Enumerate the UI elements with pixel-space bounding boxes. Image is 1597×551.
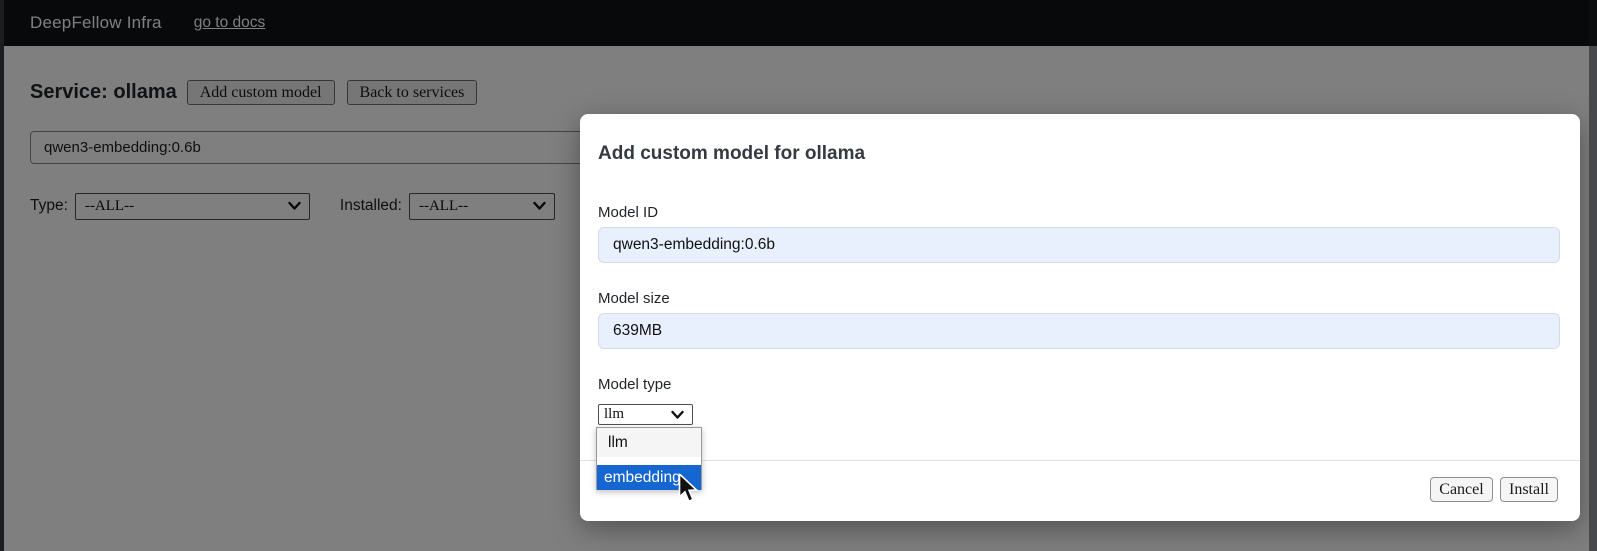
footer-divider [580, 460, 1580, 461]
dialog-title: Add custom model for ollama [598, 143, 866, 164]
install-button[interactable]: Install [1500, 477, 1558, 502]
model-id-label: Model ID [598, 204, 659, 221]
cancel-button[interactable]: Cancel [1430, 477, 1493, 502]
window-right-edge-top [1589, 0, 1597, 46]
model-type-value: llm [604, 406, 625, 422]
chevron-down-icon [671, 410, 684, 419]
window-left-edge [0, 0, 4, 551]
model-id-input[interactable] [598, 227, 1560, 263]
window-right-edge [1589, 0, 1597, 551]
model-size-label: Model size [598, 290, 670, 307]
dropdown-option-llm[interactable]: llm [597, 428, 701, 457]
app-window: DeepFellow Infra go to docs Service: oll… [0, 0, 1597, 551]
model-type-select[interactable]: llm [598, 404, 693, 425]
model-size-input[interactable] [598, 313, 1560, 349]
model-type-label: Model type [598, 376, 672, 393]
add-custom-model-dialog: Add custom model for ollama Model ID Mod… [580, 114, 1580, 521]
mouse-cursor-icon [678, 474, 699, 503]
